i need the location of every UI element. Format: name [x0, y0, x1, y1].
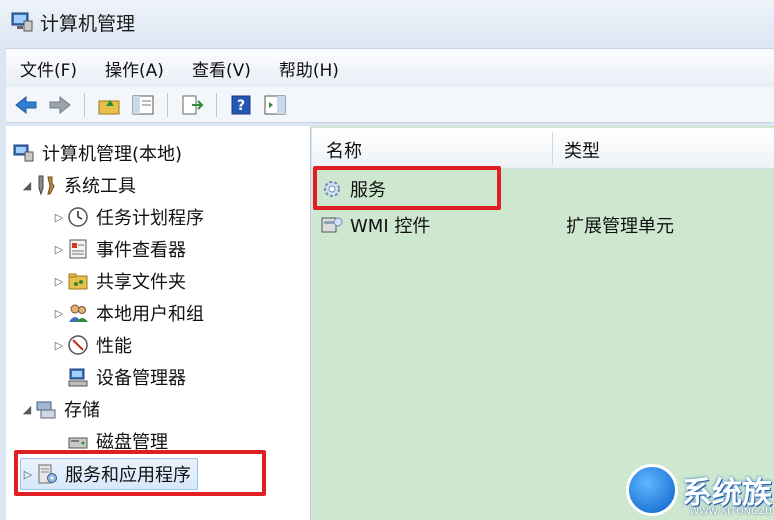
title-bar: 计算机管理 — [0, 0, 774, 44]
forward-arrow-icon[interactable] — [46, 91, 74, 119]
device-manager-icon — [66, 365, 90, 389]
action-pane-icon[interactable] — [261, 91, 289, 119]
svg-text:?: ? — [237, 98, 245, 114]
list-item-services[interactable]: 服务 — [320, 174, 770, 204]
menu-file[interactable]: 文件(F) — [20, 56, 77, 81]
tree-item-label: 本地用户和组 — [96, 304, 204, 325]
tree-item-label: 设备管理器 — [96, 368, 186, 389]
export-list-icon[interactable] — [178, 91, 206, 119]
up-folder-icon[interactable] — [95, 91, 123, 119]
menu-action[interactable]: 操作(A) — [105, 56, 164, 81]
tree-item-device-manager[interactable]: 设备管理器 — [66, 362, 186, 392]
tree-item-system-tools[interactable]: ◢ 系统工具 — [20, 170, 136, 200]
tree-item-disk-management[interactable]: 磁盘管理 — [66, 426, 168, 456]
list-item-type: 扩展管理单元 — [566, 216, 674, 237]
tree-item-label: 系统工具 — [64, 176, 136, 197]
collapsed-arrow-icon[interactable]: ▷ — [52, 307, 66, 320]
tree-item-label: 任务计划程序 — [96, 208, 204, 229]
collapsed-arrow-icon[interactable]: ▷ — [52, 275, 66, 288]
collapsed-arrow-icon[interactable]: ▷ — [21, 468, 35, 481]
tree-item-root[interactable]: 计算机管理(本地) — [12, 138, 182, 168]
tree-item-task-scheduler[interactable]: ▷ 任务计划程序 — [52, 202, 204, 232]
services-apps-icon — [35, 462, 59, 486]
tree-item-label: 服务和应用程序 — [65, 465, 191, 486]
tree-item-label: 存储 — [64, 400, 100, 421]
watermark-url: WWW.XITONGZU.COM — [690, 507, 774, 517]
toolbar-separator — [167, 92, 168, 117]
services-gear-icon — [320, 177, 344, 201]
tree-item-label: 磁盘管理 — [96, 432, 168, 453]
column-divider[interactable] — [552, 132, 553, 164]
list-item-name: WMI 控件 — [350, 216, 431, 237]
shared-folder-icon — [66, 269, 90, 293]
tree-item-performance[interactable]: ▷ 性能 — [52, 330, 132, 360]
column-header-name[interactable]: 名称 — [326, 137, 362, 163]
windows-logo-icon — [626, 464, 678, 516]
computer-management-icon — [12, 141, 36, 165]
expanded-arrow-icon[interactable]: ◢ — [20, 179, 34, 192]
menu-bar: 文件(F) 操作(A) 查看(V) 帮助(H) — [6, 48, 774, 88]
help-icon[interactable]: ? — [227, 91, 255, 119]
disk-icon — [66, 429, 90, 453]
users-icon — [66, 301, 90, 325]
tree-item-shared-folders[interactable]: ▷ 共享文件夹 — [52, 266, 186, 296]
wmi-control-icon — [320, 213, 344, 237]
toolbar: ? — [6, 87, 774, 123]
tree-item-label: 计算机管理(本地) — [42, 144, 183, 165]
tree-item-label: 事件查看器 — [96, 240, 186, 261]
collapsed-arrow-icon[interactable]: ▷ — [52, 211, 66, 224]
tree-item-services-and-applications[interactable]: ▷ 服务和应用程序 — [20, 458, 198, 490]
menu-help[interactable]: 帮助(H) — [279, 56, 339, 81]
tree-item-label: 共享文件夹 — [96, 272, 186, 293]
tree-item-label: 性能 — [96, 336, 132, 357]
performance-gauge-icon — [66, 333, 90, 357]
tree-item-event-viewer[interactable]: ▷ 事件查看器 — [52, 234, 186, 264]
clock-icon — [66, 205, 90, 229]
tree-item-storage[interactable]: ◢ 存储 — [20, 394, 100, 424]
list-item-name: 服务 — [350, 180, 386, 201]
console-tree: 计算机管理(本地) ◢ 系统工具 ▷ 任务计划程序 ▷ 事件查看器 ▷ 共享文件… — [6, 126, 311, 520]
list-item-wmi-control[interactable]: WMI 控件 扩展管理单元 — [320, 210, 770, 240]
collapsed-arrow-icon[interactable]: ▷ — [52, 243, 66, 256]
list-header: 名称 类型 — [312, 128, 774, 169]
storage-icon — [34, 397, 58, 421]
back-arrow-icon[interactable] — [12, 91, 40, 119]
tree-item-local-users[interactable]: ▷ 本地用户和组 — [52, 298, 204, 328]
toolbar-separator — [216, 92, 217, 117]
tools-icon — [34, 173, 58, 197]
event-viewer-icon — [66, 237, 90, 261]
watermark-text: 系统族 — [682, 476, 772, 511]
expanded-arrow-icon[interactable]: ◢ — [20, 403, 34, 416]
show-hide-tree-icon[interactable] — [129, 91, 157, 119]
toolbar-separator — [84, 92, 85, 117]
computer-management-icon — [10, 11, 34, 33]
window-title: 计算机管理 — [40, 12, 136, 35]
column-header-type[interactable]: 类型 — [564, 137, 600, 163]
menu-view[interactable]: 查看(V) — [192, 56, 251, 81]
collapsed-arrow-icon[interactable]: ▷ — [52, 339, 66, 352]
